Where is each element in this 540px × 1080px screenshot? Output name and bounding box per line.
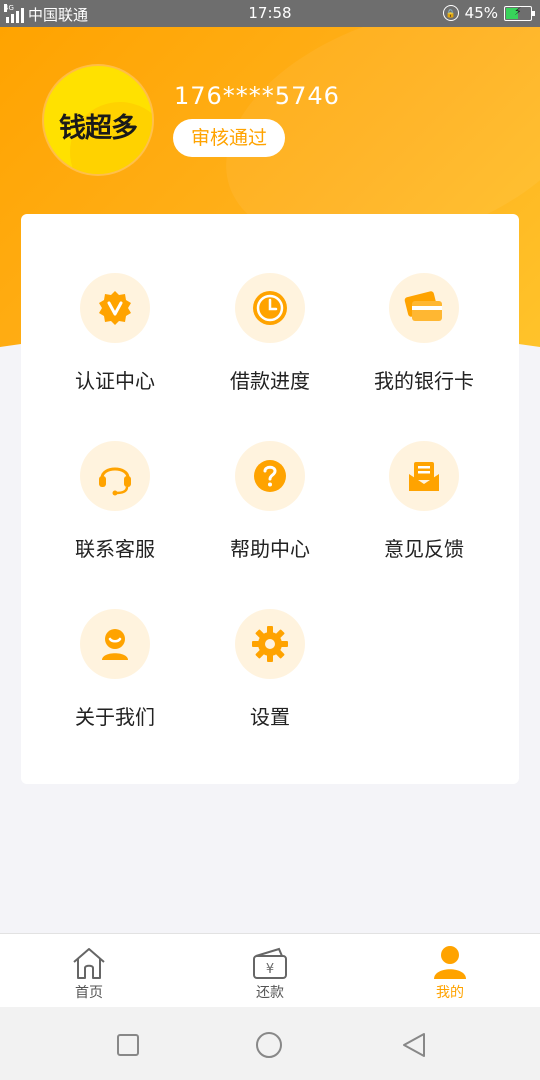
menu-label: 联系客服 (75, 537, 155, 561)
bottom-nav: 首页 ¥ 还款 我的 (0, 933, 540, 1007)
menu-label: 意见反馈 (384, 537, 464, 561)
user-phone: 176****5746 (174, 82, 340, 110)
menu-item-feedback[interactable]: 意见反馈 (344, 441, 504, 562)
battery-percent: 45% (464, 4, 498, 22)
headset-icon (80, 441, 150, 511)
menu-label: 关于我们 (75, 705, 155, 729)
svg-text:¥: ¥ (266, 962, 274, 977)
nav-item-home[interactable]: 首页 (29, 934, 149, 1008)
menu-label: 我的银行卡 (374, 369, 474, 393)
about-us-icon (80, 609, 150, 679)
bank-card-icon (389, 273, 459, 343)
recent-apps-icon[interactable] (114, 1031, 142, 1059)
nav-item-repay[interactable]: ¥ 还款 (210, 934, 330, 1008)
menu-label: 认证中心 (75, 369, 155, 393)
status-bar: 4G 中国联通 17:58 🔒 45% ⚡ (0, 0, 540, 27)
menu-label: 帮助中心 (230, 537, 310, 561)
menu-item-settings[interactable]: 设置 (190, 609, 350, 730)
home-circle-icon[interactable] (255, 1031, 283, 1059)
repay-wallet-icon: ¥ (210, 934, 330, 980)
system-nav-bar (0, 1007, 540, 1080)
verified-badge-icon (80, 273, 150, 343)
menu-item-bank-card[interactable]: 我的银行卡 (344, 273, 504, 394)
menu-item-loan-progress[interactable]: 借款进度 (190, 273, 350, 394)
clock-icon (235, 273, 305, 343)
review-status-badge: 审核通过 (173, 119, 285, 157)
menu-item-verification[interactable]: 认证中心 (35, 273, 195, 394)
avatar-logo: 钱超多 (59, 113, 138, 144)
user-icon (390, 934, 510, 980)
menu-item-help-center[interactable]: 帮助中心 (190, 441, 350, 562)
nav-label: 首页 (75, 985, 103, 1001)
battery-icon: ⚡ (504, 5, 535, 21)
nav-item-mine[interactable]: 我的 (390, 934, 510, 1008)
home-icon (29, 934, 149, 980)
nav-label: 还款 (256, 985, 284, 1001)
status-bar-right: 🔒 45% ⚡ (442, 4, 535, 22)
menu-card: 认证中心 借款进度 我的银行卡 联系客服 帮助中心 意见反馈 关于我们 设置 (21, 214, 519, 784)
feedback-icon (389, 441, 459, 511)
nav-label: 我的 (436, 985, 464, 1001)
menu-label: 设置 (250, 705, 290, 729)
gear-icon (235, 609, 305, 679)
rotation-lock-icon: 🔒 (442, 5, 459, 21)
back-icon[interactable] (400, 1031, 428, 1059)
avatar[interactable]: 钱超多 (44, 66, 152, 174)
help-icon (235, 441, 305, 511)
menu-label: 借款进度 (230, 369, 310, 393)
menu-item-customer-service[interactable]: 联系客服 (35, 441, 195, 562)
menu-item-about-us[interactable]: 关于我们 (35, 609, 195, 730)
